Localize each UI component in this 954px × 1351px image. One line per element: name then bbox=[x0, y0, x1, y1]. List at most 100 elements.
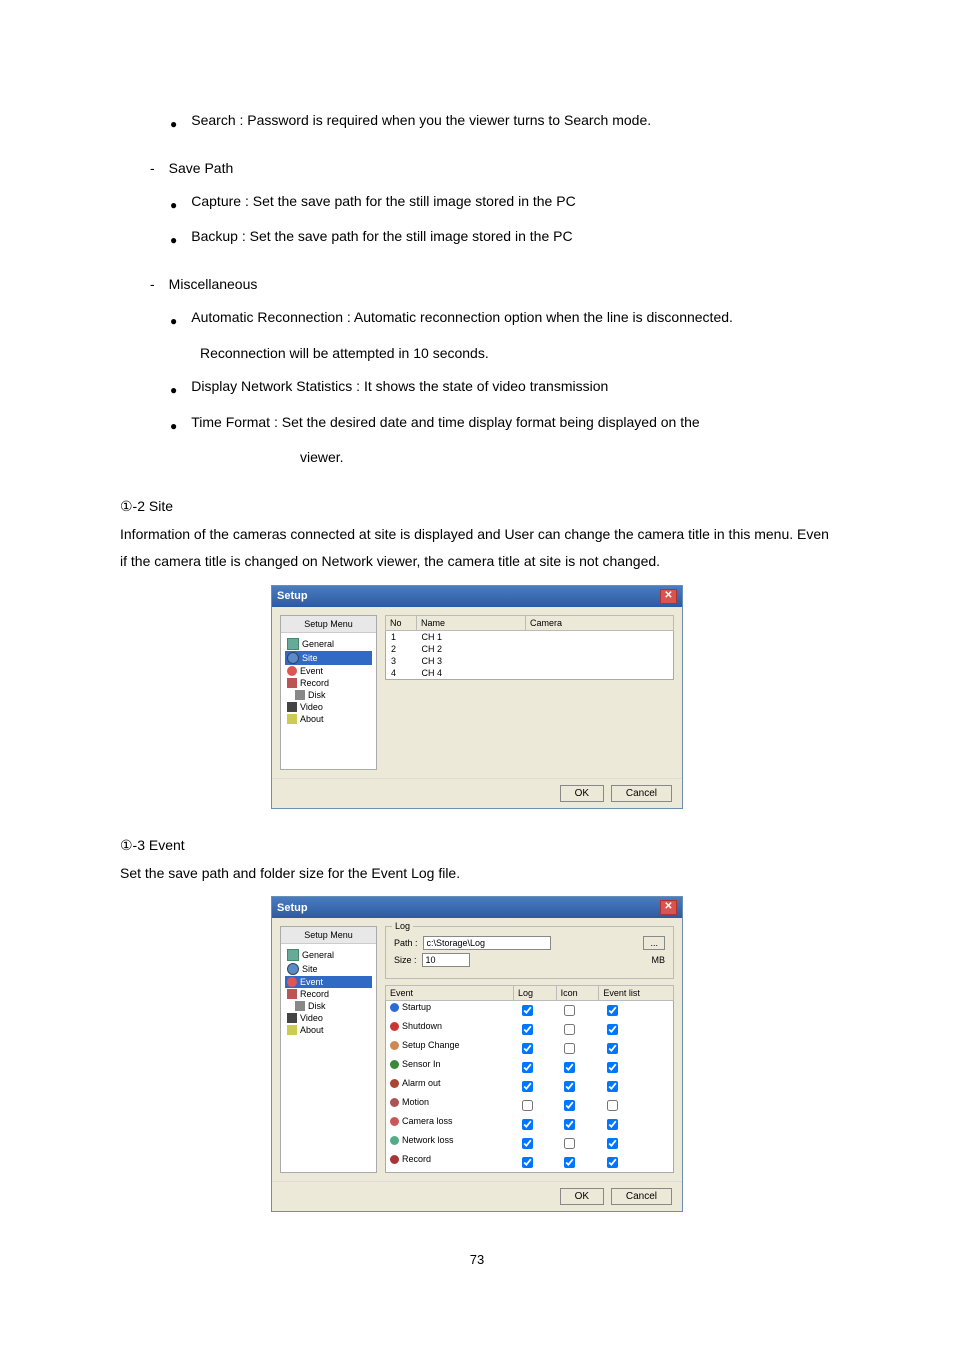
log-label: Log bbox=[392, 921, 413, 931]
checkbox[interactable] bbox=[607, 1062, 618, 1073]
record-icon bbox=[287, 678, 297, 688]
event-row: Startup bbox=[386, 1001, 674, 1021]
cancel-button[interactable]: Cancel bbox=[611, 1188, 672, 1205]
tree-header: Setup Menu bbox=[281, 616, 376, 633]
path-input[interactable] bbox=[423, 936, 551, 950]
heading-site: ①-2 Site bbox=[120, 498, 834, 515]
col-icon: Icon bbox=[556, 986, 599, 1001]
text-time: Time Format : Set the desired date and t… bbox=[191, 410, 699, 435]
text-auto: Automatic Reconnection : Automatic recon… bbox=[191, 305, 733, 330]
checkbox[interactable] bbox=[522, 1024, 533, 1035]
bullet-backup: ● Backup : Set the save path for the sti… bbox=[170, 224, 834, 252]
page-number: 73 bbox=[120, 1252, 834, 1267]
event-icon bbox=[390, 1098, 399, 1107]
tree-item-video[interactable]: Video bbox=[285, 701, 372, 713]
event-icon bbox=[390, 1060, 399, 1069]
heading-save-path: - Save Path bbox=[150, 156, 834, 181]
tree-header: Setup Menu bbox=[281, 927, 376, 944]
text-capture: Capture : Set the save path for the stil… bbox=[191, 189, 575, 214]
checkbox[interactable] bbox=[522, 1081, 533, 1092]
text-event-desc: Set the save path and folder size for th… bbox=[120, 860, 834, 887]
setup-dialog-event: Setup ✕ Setup Menu GeneralSiteEventRecor… bbox=[271, 896, 683, 1212]
table-row[interactable]: 3CH 3 bbox=[386, 655, 674, 667]
checkbox[interactable] bbox=[522, 1100, 533, 1111]
bullet-capture: ● Capture : Set the save path for the st… bbox=[170, 189, 834, 217]
checkbox[interactable] bbox=[607, 1119, 618, 1130]
checkbox[interactable] bbox=[522, 1062, 533, 1073]
table-row[interactable]: 1CH 1 bbox=[386, 630, 674, 643]
log-group: Log Path : ... Size : MB bbox=[385, 926, 674, 979]
ok-button[interactable]: OK bbox=[560, 785, 604, 802]
browse-button[interactable]: ... bbox=[643, 936, 665, 950]
event-row: Shutdown bbox=[386, 1020, 674, 1039]
disk-icon bbox=[295, 1001, 305, 1011]
checkbox[interactable] bbox=[522, 1157, 533, 1168]
bullet-time: ● Time Format : Set the desired date and… bbox=[170, 410, 834, 438]
checkbox[interactable] bbox=[564, 1081, 575, 1092]
checkbox[interactable] bbox=[564, 1024, 575, 1035]
checkbox[interactable] bbox=[564, 1138, 575, 1149]
general-icon bbox=[287, 949, 299, 961]
label-save-path: Save Path bbox=[169, 156, 234, 181]
checkbox[interactable] bbox=[522, 1043, 533, 1054]
col-camera: Camera bbox=[526, 615, 674, 630]
close-icon[interactable]: ✕ bbox=[660, 900, 677, 915]
checkbox[interactable] bbox=[522, 1119, 533, 1130]
size-unit: MB bbox=[652, 955, 666, 965]
tree-item-disk[interactable]: Disk bbox=[285, 1000, 372, 1012]
checkbox[interactable] bbox=[607, 1043, 618, 1054]
event-row: Camera loss bbox=[386, 1115, 674, 1134]
ok-button[interactable]: OK bbox=[560, 1188, 604, 1205]
checkbox[interactable] bbox=[607, 1024, 618, 1035]
camera-table[interactable]: NoNameCamera 1CH 12CH 23CH 34CH 4 bbox=[385, 615, 674, 680]
event-icon bbox=[390, 1155, 399, 1164]
heading-event: ①-3 Event bbox=[120, 837, 834, 854]
text-search: Search : Password is required when you t… bbox=[191, 108, 651, 133]
checkbox[interactable] bbox=[564, 1100, 575, 1111]
text-time-cont: viewer. bbox=[300, 445, 834, 470]
event-icon bbox=[390, 1003, 399, 1012]
tree-item-general[interactable]: General bbox=[285, 637, 372, 651]
checkbox[interactable] bbox=[522, 1005, 533, 1016]
video-icon bbox=[287, 1013, 297, 1023]
close-icon[interactable]: ✕ bbox=[660, 589, 677, 604]
checkbox[interactable] bbox=[607, 1100, 618, 1111]
site-icon bbox=[287, 963, 299, 975]
tree-item-video[interactable]: Video bbox=[285, 1012, 372, 1024]
dialog-title: Setup bbox=[277, 590, 308, 602]
table-row[interactable]: 4CH 4 bbox=[386, 667, 674, 680]
tree-item-site[interactable]: Site bbox=[285, 962, 372, 976]
tree-item-disk[interactable]: Disk bbox=[285, 689, 372, 701]
bullet-auto: ● Automatic Reconnection : Automatic rec… bbox=[170, 305, 834, 333]
tree-item-event[interactable]: Event bbox=[285, 976, 372, 988]
tree-item-record[interactable]: Record bbox=[285, 677, 372, 689]
tree-item-general[interactable]: General bbox=[285, 948, 372, 962]
event-table[interactable]: EventLogIconEvent list StartupShutdownSe… bbox=[385, 985, 674, 1173]
checkbox[interactable] bbox=[564, 1157, 575, 1168]
bullet-search: ● Search : Password is required when you… bbox=[170, 108, 834, 136]
checkbox[interactable] bbox=[607, 1157, 618, 1168]
tree-item-record[interactable]: Record bbox=[285, 988, 372, 1000]
cancel-button[interactable]: Cancel bbox=[611, 785, 672, 802]
checkbox[interactable] bbox=[564, 1119, 575, 1130]
size-input[interactable] bbox=[422, 953, 470, 967]
checkbox[interactable] bbox=[564, 1005, 575, 1016]
tree-item-about[interactable]: About bbox=[285, 713, 372, 725]
disk-icon bbox=[295, 690, 305, 700]
checkbox[interactable] bbox=[607, 1138, 618, 1149]
record-icon bbox=[287, 989, 297, 999]
checkbox[interactable] bbox=[607, 1005, 618, 1016]
checkbox[interactable] bbox=[607, 1081, 618, 1092]
checkbox[interactable] bbox=[522, 1138, 533, 1149]
text-backup: Backup : Set the save path for the still… bbox=[191, 224, 572, 249]
checkbox[interactable] bbox=[564, 1043, 575, 1054]
setup-menu-tree[interactable]: Setup Menu GeneralSiteEventRecord DiskVi… bbox=[280, 615, 377, 770]
video-icon bbox=[287, 702, 297, 712]
table-row[interactable]: 2CH 2 bbox=[386, 643, 674, 655]
setup-menu-tree[interactable]: Setup Menu GeneralSiteEventRecord DiskVi… bbox=[280, 926, 377, 1173]
checkbox[interactable] bbox=[564, 1062, 575, 1073]
text-auto-cont: Reconnection will be attempted in 10 sec… bbox=[200, 341, 834, 366]
tree-item-event[interactable]: Event bbox=[285, 665, 372, 677]
tree-item-site[interactable]: Site bbox=[285, 651, 372, 665]
tree-item-about[interactable]: About bbox=[285, 1024, 372, 1036]
